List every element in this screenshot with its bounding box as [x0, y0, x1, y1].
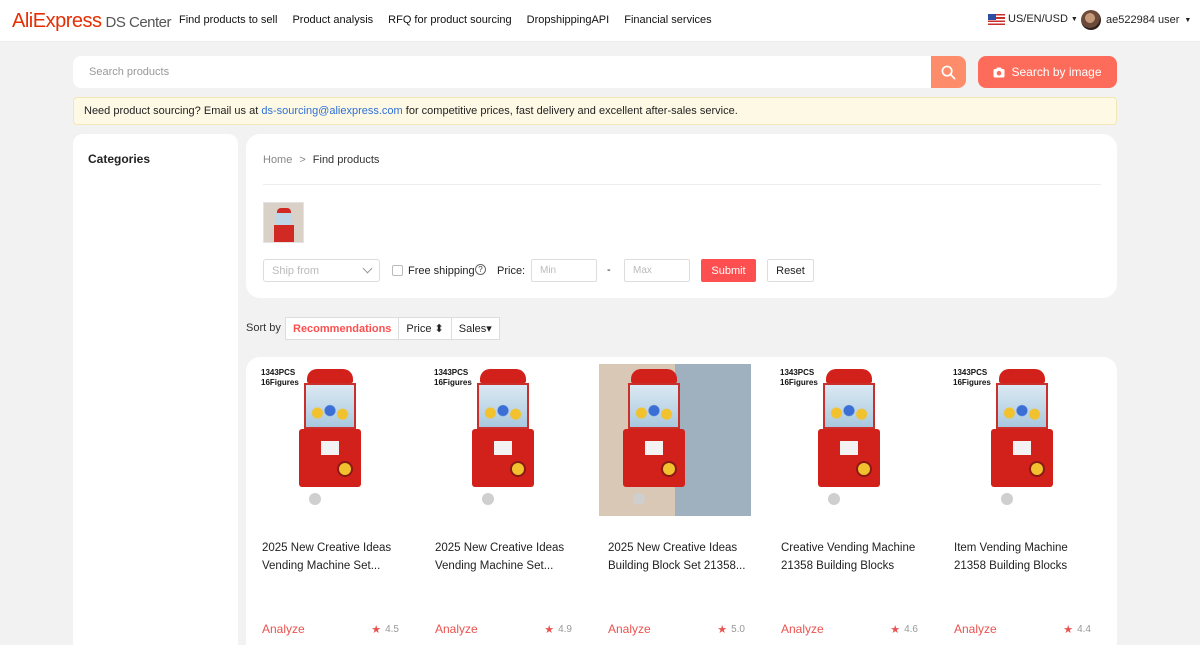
- categories-panel: Categories: [73, 134, 238, 645]
- ship-from-select[interactable]: Ship from: [263, 259, 380, 282]
- breadcrumb-separator: >: [299, 154, 306, 166]
- product-image[interactable]: 1343PCS 16Figures: [426, 364, 578, 516]
- analyze-link[interactable]: Analyze: [435, 622, 478, 636]
- chevron-down-icon: [362, 263, 373, 274]
- analyze-link[interactable]: Analyze: [608, 622, 651, 636]
- filter-panel: Home > Find products Ship from Free shippi…: [246, 134, 1117, 298]
- product-image[interactable]: 1343PCS 16Figures: [772, 364, 924, 516]
- free-shipping-checkbox[interactable]: [392, 265, 403, 276]
- camera-icon: [993, 67, 1005, 77]
- product-rating: ★ 4.4: [1063, 622, 1091, 636]
- breadcrumb-current: Find products: [312, 154, 380, 166]
- top-bar: AliExpress DS Center Find products to sel…: [0, 0, 1200, 42]
- search-by-image-label: Search by image: [1011, 65, 1102, 79]
- star-icon: ★: [890, 623, 901, 636]
- product-rating: ★ 4.9: [544, 622, 572, 636]
- sort-recommendations[interactable]: Recommendations: [286, 318, 400, 339]
- logo-brand: AliExpress: [12, 10, 102, 32]
- rating-value: 4.5: [385, 623, 399, 635]
- avatar: [1081, 10, 1101, 30]
- star-icon: ★: [371, 623, 382, 636]
- nav-product-analysis[interactable]: Product analysis: [292, 14, 373, 26]
- main-nav: Find products to sell Product analysis R…: [179, 14, 712, 26]
- star-icon: ★: [1063, 623, 1074, 636]
- free-shipping-label: Free shipping: [408, 265, 475, 277]
- user-menu[interactable]: ae522984 user ▼: [1081, 10, 1191, 30]
- rating-value: 4.6: [904, 623, 918, 635]
- sort-sales[interactable]: Sales▾: [452, 318, 499, 339]
- product-image[interactable]: 1343PCS 16Figures: [945, 364, 1097, 516]
- nav-rfq[interactable]: RFQ for product sourcing: [388, 14, 512, 26]
- product-image[interactable]: 1343PCS 16Figures: [253, 364, 405, 516]
- help-icon[interactable]: ?: [475, 264, 486, 275]
- sort-options: Recommendations Price ⬍ Sales▾: [285, 317, 500, 340]
- product-image[interactable]: [599, 364, 751, 516]
- logo-sub: DS Center: [105, 14, 172, 31]
- search-icon: [941, 65, 956, 79]
- nav-dropshipping-api[interactable]: DropshippingAPI: [527, 14, 610, 26]
- search-image-thumbnail[interactable]: [263, 202, 304, 243]
- caret-down-icon: ▼: [1070, 15, 1078, 23]
- notice-suffix: for competitive prices, fast delivery an…: [402, 105, 738, 117]
- sourcing-email-link[interactable]: ds-sourcing@aliexpress.com: [261, 105, 402, 117]
- rating-value: 4.9: [558, 623, 572, 635]
- price-min-input[interactable]: [531, 259, 597, 282]
- search-by-image-button[interactable]: Search by image: [978, 56, 1117, 88]
- sort-by-label: Sort by: [246, 322, 281, 334]
- product-badge: 1343PCS 16Figures: [261, 368, 299, 387]
- product-badge: 1343PCS 16Figures: [953, 368, 991, 387]
- product-badge: 1343PCS 16Figures: [434, 368, 472, 387]
- product-grid: 1343PCS 16Figures 2025 New Creative Idea…: [246, 357, 1117, 645]
- locale-label: US/EN/USD: [1008, 13, 1068, 25]
- submit-button[interactable]: Submit: [701, 259, 756, 282]
- product-title[interactable]: 2025 New Creative Ideas Building Block S…: [599, 539, 751, 575]
- nav-find-products[interactable]: Find products to sell: [179, 14, 277, 26]
- search-button[interactable]: [931, 56, 966, 88]
- logo[interactable]: AliExpress DS Center: [12, 10, 172, 33]
- product-rating: ★ 4.5: [371, 622, 399, 636]
- price-max-input[interactable]: [624, 259, 690, 282]
- rating-value: 5.0: [731, 623, 745, 635]
- categories-title: Categories: [88, 152, 151, 166]
- product-rating: ★ 4.6: [890, 622, 918, 636]
- analyze-link[interactable]: Analyze: [262, 622, 305, 636]
- product-title[interactable]: 2025 New Creative Ideas Vending Machine …: [426, 539, 578, 575]
- product-card[interactable]: 1343PCS 16Figures Creative Vending Machi…: [772, 364, 924, 636]
- product-badge: 1343PCS 16Figures: [780, 368, 818, 387]
- price-dash: -: [607, 264, 611, 276]
- product-title[interactable]: 2025 New Creative Ideas Vending Machine …: [253, 539, 405, 575]
- analyze-link[interactable]: Analyze: [954, 622, 997, 636]
- reset-button[interactable]: Reset: [767, 259, 814, 282]
- product-rating: ★ 5.0: [717, 622, 745, 636]
- star-icon: ★: [717, 623, 728, 636]
- search-input[interactable]: [73, 56, 931, 88]
- product-card[interactable]: 2025 New Creative Ideas Building Block S…: [599, 364, 751, 636]
- notice-prefix: Need product sourcing? Email us at: [84, 105, 262, 117]
- product-title[interactable]: Creative Vending Machine 21358 Building …: [772, 539, 924, 575]
- product-card[interactable]: 1343PCS 16Figures 2025 New Creative Idea…: [253, 364, 405, 636]
- star-icon: ★: [544, 623, 555, 636]
- ship-from-placeholder: Ship from: [272, 265, 320, 277]
- user-name: ae522984 user: [1106, 14, 1180, 26]
- breadcrumb-home[interactable]: Home: [263, 154, 292, 166]
- nav-financial-services[interactable]: Financial services: [624, 14, 711, 26]
- divider: [263, 184, 1101, 185]
- locale-selector[interactable]: US/EN/USD ▼: [988, 13, 1078, 25]
- product-image: [273, 208, 295, 242]
- product-card[interactable]: 1343PCS 16Figures Item Vending Machine 2…: [945, 364, 1097, 636]
- sourcing-notice: Need product sourcing? Email us at ds-so…: [73, 97, 1117, 125]
- product-card[interactable]: 1343PCS 16Figures 2025 New Creative Idea…: [426, 364, 578, 636]
- analyze-link[interactable]: Analyze: [781, 622, 824, 636]
- sort-price[interactable]: Price ⬍: [399, 318, 452, 339]
- rating-value: 4.4: [1077, 623, 1091, 635]
- caret-down-icon: ▼: [1184, 16, 1192, 24]
- breadcrumb: Home > Find products: [263, 154, 379, 166]
- us-flag-icon: [988, 13, 1005, 25]
- price-label: Price:: [497, 265, 526, 277]
- product-title[interactable]: Item Vending Machine 21358 Building Bloc…: [945, 539, 1097, 575]
